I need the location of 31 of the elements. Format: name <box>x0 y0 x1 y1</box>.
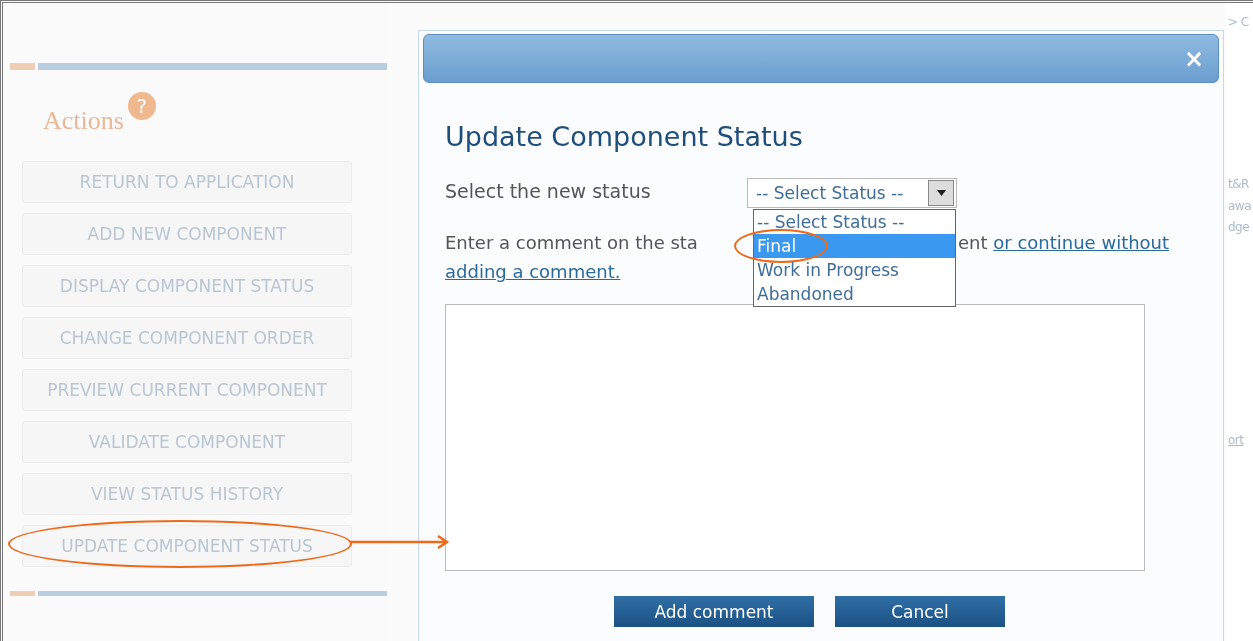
background-text: awa <box>1228 199 1252 213</box>
continue-link[interactable]: or continue without <box>993 232 1170 253</box>
action-button[interactable]: CHANGE COMPONENT ORDER <box>22 317 352 359</box>
action-button[interactable]: ADD NEW COMPONENT <box>22 213 352 255</box>
background-text: > C <box>1228 15 1249 29</box>
field-label: Select the new status <box>445 180 652 202</box>
help-icon[interactable]: ? <box>127 92 156 120</box>
prompt-text: ent <box>958 232 988 253</box>
dropdown-option[interactable]: Abandoned <box>754 282 955 306</box>
action-button[interactable]: PREVIEW CURRENT COMPONENT <box>22 369 352 411</box>
action-button[interactable]: VALIDATE COMPONENT <box>22 421 352 463</box>
action-button[interactable]: UPDATE COMPONENT STATUS <box>22 525 352 567</box>
dialog-button[interactable]: Add comment <box>614 596 814 627</box>
dropdown-option[interactable]: Work in Progress <box>754 258 955 282</box>
dropdown-option[interactable]: -- Select Status -- <box>754 210 955 234</box>
dropdown-option[interactable]: Final <box>754 234 955 258</box>
background-text: t&R <box>1228 177 1249 191</box>
close-button[interactable]: × <box>1183 44 1204 73</box>
background-text: dge <box>1228 220 1250 234</box>
dropdown-arrow-icon <box>936 190 946 196</box>
comment-field[interactable] <box>445 304 1145 571</box>
action-button[interactable]: DISPLAY COMPONENT STATUS <box>22 265 352 307</box>
status-select[interactable]: -- Select Status -- <box>747 178 957 208</box>
dialog-title: Update Component Status <box>445 121 804 152</box>
action-button[interactable]: RETURN TO APPLICATION <box>22 161 352 203</box>
action-button[interactable]: VIEW STATUS HISTORY <box>22 473 352 515</box>
sidebar-title: Actions <box>43 106 124 136</box>
continue-link[interactable]: adding a comment. <box>445 261 621 282</box>
dialog-button[interactable]: Cancel <box>835 596 1005 627</box>
prompt-text: Enter a comment on the sta <box>445 231 699 255</box>
background-text: ort <box>1228 433 1244 447</box>
